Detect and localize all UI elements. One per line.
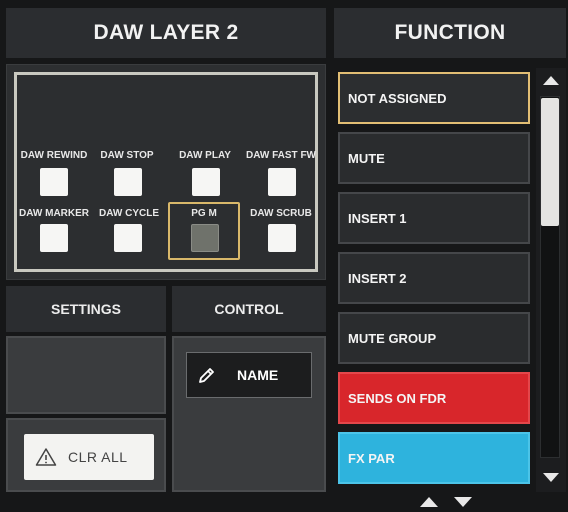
function-item-label: MUTE [348, 150, 385, 166]
function-item-label: FX PAR [348, 450, 395, 466]
page-down-arrow-icon[interactable] [452, 494, 474, 510]
daw-cycle-button[interactable] [114, 224, 142, 252]
pgm-button[interactable] [191, 224, 219, 252]
name-button[interactable]: NAME [186, 352, 312, 398]
settings-header: SETTINGS [6, 286, 166, 332]
scroll-thumb[interactable] [541, 98, 559, 226]
function-item-not-assigned[interactable]: NOT ASSIGNED [338, 72, 530, 124]
function-item-label: SENDS ON FDR [348, 390, 447, 406]
daw-scrub-label: DAW SCRUB [250, 208, 312, 219]
function-item-fx-par[interactable]: FX PAR [338, 432, 530, 484]
function-item-insert-2[interactable]: INSERT 2 [338, 252, 530, 304]
pencil-icon [187, 353, 227, 397]
daw-play-button[interactable] [192, 168, 220, 196]
function-title: FUNCTION [334, 8, 566, 58]
function-item-label: MUTE GROUP [348, 330, 437, 346]
clear-all-label: CLR ALL [68, 449, 128, 465]
page-up-arrow-icon[interactable] [418, 494, 440, 510]
daw-rewind-label: DAW REWIND [20, 150, 88, 161]
settings-panel [6, 336, 166, 414]
function-item-sends-on-fdr[interactable]: SENDS ON FDR [338, 372, 530, 424]
daw-marker-label: DAW MARKER [19, 208, 89, 219]
daw-rewind-button[interactable] [40, 168, 68, 196]
daw-stop-button[interactable] [114, 168, 142, 196]
daw-fast-fw-label: DAW FAST FW [246, 150, 316, 161]
function-item-label: INSERT 2 [348, 270, 407, 286]
function-item-label: NOT ASSIGNED [348, 90, 447, 106]
scroll-up-arrow-icon[interactable] [538, 70, 564, 90]
warning-icon [24, 447, 68, 467]
daw-play-label: DAW PLAY [179, 150, 231, 161]
function-item-mute[interactable]: MUTE [338, 132, 530, 184]
clear-all-button[interactable]: CLR ALL [24, 434, 154, 480]
control-header: CONTROL [172, 286, 326, 332]
name-button-label: NAME [237, 367, 279, 383]
daw-scrub-button[interactable] [268, 224, 296, 252]
daw-fast-fw-button[interactable] [268, 168, 296, 196]
function-item-insert-1[interactable]: INSERT 1 [338, 192, 530, 244]
daw-cycle-label: DAW CYCLE [99, 208, 159, 219]
daw-stop-label: DAW STOP [100, 150, 154, 161]
scroll-down-arrow-icon[interactable] [538, 468, 564, 488]
function-item-label: INSERT 1 [348, 210, 407, 226]
function-item-mute-group[interactable]: MUTE GROUP [338, 312, 530, 364]
layer-title: DAW LAYER 2 [6, 8, 326, 58]
daw-marker-button[interactable] [40, 224, 68, 252]
